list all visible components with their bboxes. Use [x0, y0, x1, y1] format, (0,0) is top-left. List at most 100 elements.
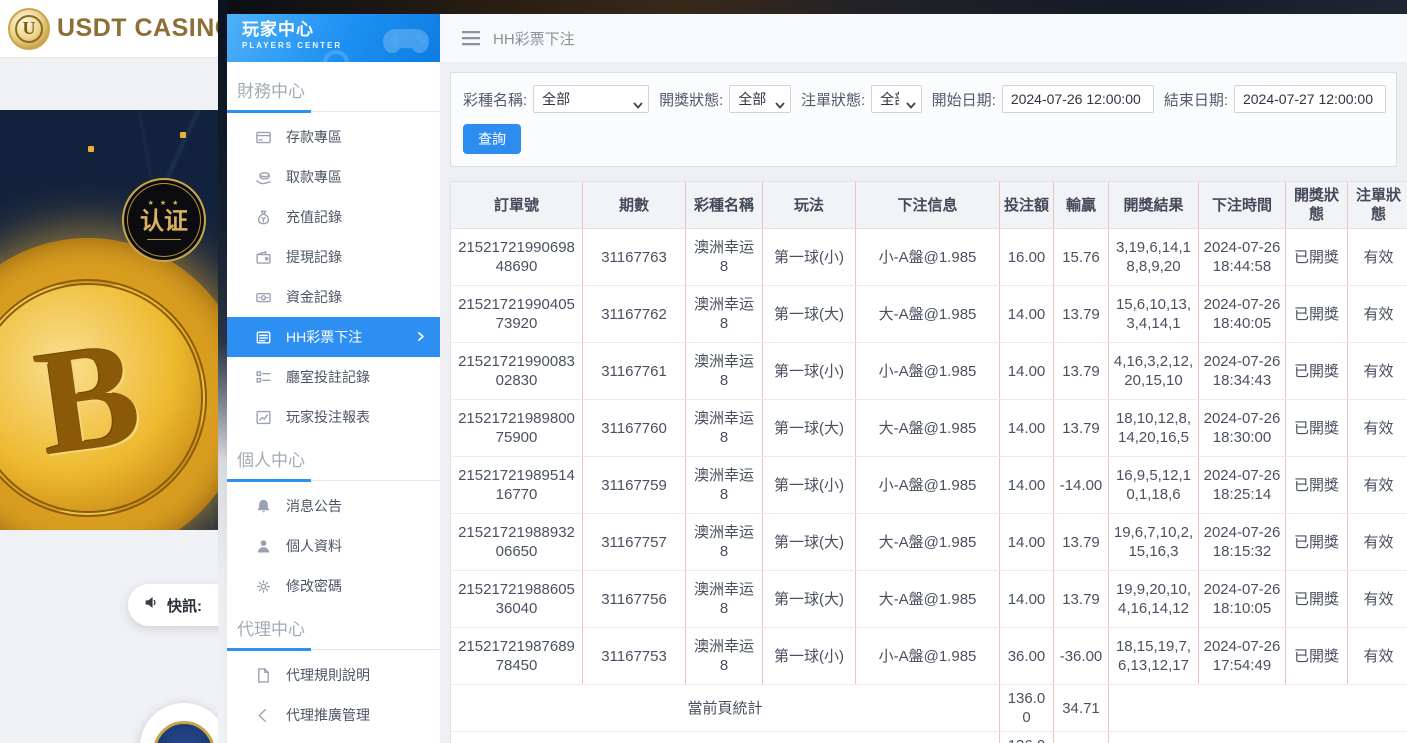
- end-date-label: 結束日期:: [1164, 89, 1228, 110]
- table-cell: 已開獎: [1286, 571, 1348, 628]
- table-cell: 15,6,10,13,3,4,14,1: [1109, 286, 1199, 343]
- players-center-sidebar: 玩家中心 PLAYERS CENTER 財務中心存款專區取款專區充值記錄提現記錄…: [227, 14, 440, 743]
- draw-status-label: 開獎狀態:: [659, 89, 723, 110]
- table-cell: 有效: [1348, 514, 1407, 571]
- sidebar-item-password-gear[interactable]: 修改密碼: [227, 566, 440, 606]
- table-cell: 澳洲幸运8: [686, 457, 763, 514]
- sidebar-item-label: 取款專區: [286, 167, 342, 187]
- table-cell: 2152172198860536040: [451, 571, 583, 628]
- order-status-label: 注單狀態:: [801, 89, 865, 110]
- column-header: 開獎結果: [1109, 182, 1199, 229]
- floating-service-button[interactable]: [140, 703, 228, 743]
- news-ticker[interactable]: 快訊:: [128, 584, 232, 626]
- table-cell: 已開獎: [1286, 229, 1348, 286]
- table-cell: 大-A盤@1.985: [856, 514, 1000, 571]
- sidebar-item-agent-promo-share[interactable]: 代理推廣管理: [227, 695, 440, 735]
- table-cell: 小-A盤@1.985: [856, 457, 1000, 514]
- column-header: 下注信息: [856, 182, 1000, 229]
- table-cell: 2024-07-26 18:40:05: [1199, 286, 1286, 343]
- table-cell: 已開獎: [1286, 457, 1348, 514]
- sidebar-item-withdraw-record[interactable]: 提現記錄: [227, 237, 440, 277]
- sidebar-item-lottery-bet[interactable]: HH彩票下注: [227, 317, 440, 357]
- sidebar-item-room-bet-record[interactable]: 廳室投註記錄: [227, 357, 440, 397]
- site-logo[interactable]: U USDT CASINO: [0, 0, 218, 58]
- table-cell: 第一球(大): [763, 286, 856, 343]
- table-cell: -14.00: [1054, 457, 1109, 514]
- table-cell: 大-A盤@1.985: [856, 286, 1000, 343]
- table-cell: 有效: [1348, 286, 1407, 343]
- profile-person-icon: [255, 538, 272, 555]
- top-dark-strip: [227, 0, 1407, 14]
- player-report-icon: [255, 409, 272, 426]
- sidebar-item-label: HH彩票下注: [286, 327, 362, 347]
- logo-letter: U: [15, 15, 43, 43]
- table-cell: 已開獎: [1286, 343, 1348, 400]
- order-status-select[interactable]: 全部: [871, 85, 921, 113]
- table-row: 215217219900830283031167761澳洲幸运8第一球(小)小-…: [451, 343, 1407, 400]
- table-cell: 13.79: [1054, 571, 1109, 628]
- draw-status-select[interactable]: 全部: [729, 85, 791, 113]
- table-cell: 3,19,6,14,18,8,9,20: [1109, 229, 1199, 286]
- table-cell: 13.79: [1054, 400, 1109, 457]
- table-row: 215217219906984869031167763澳洲幸运8第一球(小)小-…: [451, 229, 1407, 286]
- table-cell: 第一球(小): [763, 628, 856, 685]
- table-cell: 14.00: [1000, 514, 1054, 571]
- table-cell: 31167763: [583, 229, 686, 286]
- start-date-input[interactable]: [1002, 85, 1154, 113]
- sidebar-item-announcement-bell[interactable]: 消息公告: [227, 486, 440, 526]
- table-cell: 31167759: [583, 457, 686, 514]
- agent-rules-doc-icon: [255, 667, 272, 684]
- sidebar-item-label: 廳室投註記錄: [286, 367, 370, 387]
- filter-panel: 彩種名稱: 全部 開獎狀態: 全部 注單狀態: 全部: [450, 72, 1397, 167]
- sidebar-item-funds-record[interactable]: 資金記錄: [227, 277, 440, 317]
- summary-label: 總統計: [451, 732, 1000, 743]
- end-date-input[interactable]: [1234, 85, 1386, 113]
- column-header: 注單狀態: [1348, 182, 1407, 229]
- table-row: 215217219889320665031167757澳洲幸运8第一球(大)大-…: [451, 514, 1407, 571]
- table-cell: 31167760: [583, 400, 686, 457]
- usdt-logo-icon: U: [8, 8, 50, 50]
- sidebar-item-recharge-bag[interactable]: 充值記錄: [227, 197, 440, 237]
- summary-row: 總統計136.0034.71: [451, 732, 1407, 743]
- table-cell: 第一球(小): [763, 343, 856, 400]
- service-logo-icon: [153, 721, 215, 743]
- sidebar-item-profile-person[interactable]: 個人資料: [227, 526, 440, 566]
- query-button[interactable]: 查詢: [463, 124, 521, 154]
- column-header: 開獎狀態: [1286, 182, 1348, 229]
- recharge-bag-icon: [255, 209, 272, 226]
- table-cell: 2152172199008302830: [451, 343, 583, 400]
- menu-section-label: 代理中心: [227, 606, 440, 647]
- sidebar-item-label: 代理規則說明: [286, 665, 370, 685]
- table-cell: 第一球(大): [763, 571, 856, 628]
- room-bet-record-icon: [255, 369, 272, 386]
- start-date-label: 開始日期:: [932, 89, 996, 110]
- column-header: 彩種名稱: [686, 182, 763, 229]
- sidebar-menu: 財務中心存款專區取款專區充值記錄提現記錄資金記錄HH彩票下注廳室投註記錄玩家投注…: [227, 62, 440, 735]
- section-underline: [227, 109, 440, 112]
- table-cell: 31167761: [583, 343, 686, 400]
- table-cell: 有效: [1348, 229, 1407, 286]
- column-header: 下注時間: [1199, 182, 1286, 229]
- bets-table: 訂單號期數彩種名稱玩法下注信息投注額輸贏開獎結果下注時間開獎狀態注單狀態 215…: [450, 181, 1407, 743]
- background-edge-strip: [218, 0, 227, 743]
- table-cell: 16,9,5,12,10,1,18,6: [1109, 457, 1199, 514]
- lottery-name-select[interactable]: 全部: [533, 85, 649, 113]
- sidebar-item-agent-rules-doc[interactable]: 代理規則說明: [227, 655, 440, 695]
- sidebar-item-deposit-card[interactable]: 存款專區: [227, 117, 440, 157]
- table-cell: 31167753: [583, 628, 686, 685]
- bitcoin-symbol: B: [26, 306, 149, 490]
- speaker-icon: [143, 594, 160, 616]
- sidebar-item-label: 修改密碼: [286, 576, 342, 596]
- page-title: HH彩票下注: [493, 28, 575, 49]
- summary-row: 當前頁統計136.0034.71: [451, 685, 1407, 732]
- sidebar-item-withdraw-hand[interactable]: 取款專區: [227, 157, 440, 197]
- table-cell: 澳洲幸运8: [686, 343, 763, 400]
- left-promo-region: U USDT CASINO B ★ ★ ★ 认证 快訊:: [0, 0, 218, 743]
- hamburger-menu-icon[interactable]: [462, 31, 480, 46]
- sidebar-item-player-report[interactable]: 玩家投注報表: [227, 397, 440, 437]
- table-cell: 19,9,20,10,4,16,14,12: [1109, 571, 1199, 628]
- table-cell: 2152172198768978450: [451, 628, 583, 685]
- table-cell: 已開獎: [1286, 628, 1348, 685]
- table-cell: 15.76: [1054, 229, 1109, 286]
- column-header: 投注額: [1000, 182, 1054, 229]
